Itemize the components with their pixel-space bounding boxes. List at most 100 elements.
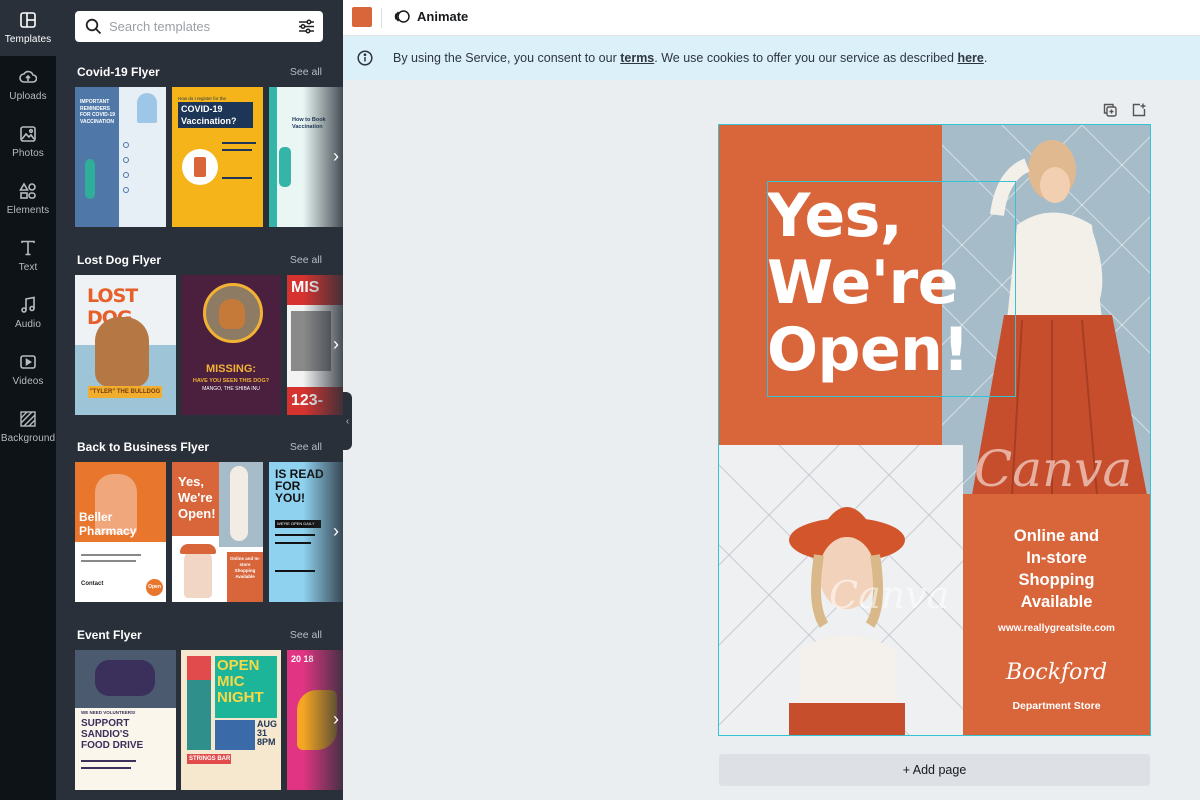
animate-icon (394, 10, 410, 23)
see-all-link[interactable]: See all (290, 629, 322, 641)
template-thumbnail[interactable]: OPEN MIC NIGHT AUG 31 8PM STRINGS BAR (181, 650, 281, 790)
thumb-subtitle: Online and In-store Shopping Available (230, 556, 260, 579)
template-thumbnail[interactable]: Yes, We're Open! Online and In-store Sho… (172, 462, 263, 602)
section-title: Lost Dog Flyer (77, 253, 162, 267)
editor-toolbar: Animate (343, 0, 1200, 36)
rail-item-text[interactable]: Text (0, 228, 56, 284)
headline-text[interactable]: Yes, We're Open! (767, 183, 970, 384)
section-title: Event Flyer (77, 628, 142, 642)
background-icon (20, 411, 36, 427)
rail-item-label: Templates (4, 34, 52, 45)
see-all-link[interactable]: See all (290, 66, 322, 78)
chevron-right-icon[interactable]: › (329, 520, 343, 542)
rail-item-photos[interactable]: Photos (0, 114, 56, 170)
terms-link[interactable]: terms (620, 51, 654, 65)
add-page-icon[interactable] (1131, 102, 1147, 118)
rail-item-label: Text (18, 262, 38, 273)
elements-icon (19, 182, 36, 199)
filter-icon[interactable] (298, 18, 315, 35)
thumb-subtitle: HAVE YOU SEEN THIS DOG? (192, 378, 270, 384)
rail-item-background[interactable]: Background (0, 399, 56, 455)
search-box (75, 11, 323, 42)
template-thumbnail[interactable]: IMPORTANT REMINDERS FOR COVID-19 VACCINA… (75, 87, 166, 227)
templates-panel: Covid-19 Flyer See all IMPORTANT REMINDE… (56, 0, 343, 800)
template-row: LOST DOG "TYLER" THE BULLDOG MISSING: HA… (75, 275, 343, 415)
website-text[interactable]: www.reallygreatsite.com (963, 623, 1150, 634)
section-title: Back to Business Flyer (77, 440, 210, 454)
thumb-title: Yes, We're Open! (178, 474, 216, 521)
section-back-to-business-flyer: Back to Business Flyer See all Beller Ph… (75, 440, 343, 605)
see-all-link[interactable]: See all (290, 441, 322, 453)
search-input[interactable] (109, 17, 289, 36)
duplicate-page-icon[interactable] (1102, 102, 1118, 118)
animate-button[interactable]: Animate (394, 8, 468, 24)
thumb-subtitle: How do I register for the (178, 96, 227, 101)
here-link[interactable]: here (957, 51, 983, 65)
rail-item-videos[interactable]: Videos (0, 342, 56, 398)
section-covid-19-flyer: Covid-19 Flyer See all IMPORTANT REMINDE… (75, 65, 343, 230)
rail-item-templates[interactable]: Templates (0, 0, 56, 56)
info-icon (357, 50, 373, 66)
color-swatch-button[interactable] (352, 7, 372, 27)
watermark: Canva (974, 440, 1133, 498)
rail-item-label: Background (0, 433, 56, 444)
photos-icon (20, 126, 36, 142)
cookie-banner-text: By using the Service, you consent to our… (393, 51, 988, 65)
template-row: Beller Pharmacy Contact Open Yes, We're … (75, 462, 343, 602)
cookie-banner: By using the Service, you consent to our… (343, 36, 1200, 80)
thumb-title: OPEN MIC NIGHT (217, 657, 264, 706)
chevron-right-icon[interactable]: › (329, 333, 343, 355)
template-thumbnail[interactable]: WE NEED VOLUNTEERS! SUPPORT SANDIO'S FOO… (75, 650, 176, 790)
section-lost-dog-flyer: Lost Dog Flyer See all LOST DOG "TYLER" … (75, 253, 343, 418)
section-title: Covid-19 Flyer (77, 65, 160, 79)
department-text[interactable]: Department Store (963, 700, 1150, 712)
side-rail: Templates Uploads Photos Elements Text A… (0, 0, 56, 800)
thumb-subtitle: STRINGS BAR (187, 754, 231, 764)
signature-logo[interactable]: Bockford (963, 660, 1150, 685)
section-event-flyer: Event Flyer See all WE NEED VOLUNTEERS! … (75, 628, 343, 793)
thumb-title: COVID-19 Vaccination? (178, 102, 253, 128)
template-thumbnail[interactable]: LOST DOG "TYLER" THE BULLDOG (75, 275, 176, 415)
rail-item-label: Photos (12, 148, 44, 159)
thumb-badge: Open (146, 579, 163, 596)
search-icon (85, 18, 102, 35)
design-page[interactable]: Yes, We're Open! Online and In-store Sho… (719, 125, 1150, 735)
thumb-title: MISSING: (205, 363, 257, 375)
thumb-title: Beller Pharmacy (79, 510, 137, 538)
text-icon (21, 240, 35, 256)
rail-item-audio[interactable]: Audio (0, 285, 56, 341)
thumb-subtitle: "TYLER" THE BULLDOG (88, 386, 162, 398)
thumb-subtitle: MANGO, THE SHIBA INU (202, 386, 260, 392)
thumb-subtitle: Contact (81, 581, 104, 587)
rail-item-label: Audio (14, 319, 42, 330)
thumb-subtitle: AUG 31 8PM (257, 719, 277, 747)
add-page-button[interactable]: + Add page (719, 754, 1150, 786)
uploads-icon (19, 70, 37, 83)
rail-item-label: Videos (12, 376, 44, 387)
shopping-text[interactable]: Online and In-store Shopping Available (963, 525, 1150, 613)
toolbar-divider (381, 8, 382, 28)
thumb-title: IMPORTANT REMINDERS FOR COVID-19 VACCINA… (80, 99, 116, 125)
diamond-pattern (942, 125, 1150, 494)
template-thumbnail[interactable]: How do I register for the COVID-19 Vacci… (172, 87, 263, 227)
chevron-left-icon: ‹ (345, 415, 350, 427)
template-row: IMPORTANT REMINDERS FOR COVID-19 VACCINA… (75, 87, 343, 227)
thumb-subtitle: WE NEED VOLUNTEERS! (81, 710, 136, 715)
videos-icon (20, 355, 36, 369)
see-all-link[interactable]: See all (290, 254, 322, 266)
rail-item-uploads[interactable]: Uploads (0, 57, 56, 113)
collapse-panel-button[interactable]: ‹ (343, 392, 352, 450)
template-row: WE NEED VOLUNTEERS! SUPPORT SANDIO'S FOO… (75, 650, 343, 790)
chevron-right-icon[interactable]: › (329, 145, 343, 167)
rail-item-label: Uploads (9, 91, 47, 102)
rail-item-label: Elements (6, 205, 50, 216)
photo-woman-standing[interactable] (942, 125, 1150, 494)
chevron-right-icon[interactable]: › (329, 708, 343, 730)
templates-icon (20, 12, 36, 28)
thumb-title: SUPPORT SANDIO'S FOOD DRIVE (81, 718, 144, 751)
animate-label: Animate (417, 8, 469, 24)
rail-item-elements[interactable]: Elements (0, 171, 56, 227)
watermark: Canva (829, 573, 950, 617)
template-thumbnail[interactable]: MISSING: HAVE YOU SEEN THIS DOG? MANGO, … (181, 275, 281, 415)
template-thumbnail[interactable]: Beller Pharmacy Contact Open (75, 462, 166, 602)
